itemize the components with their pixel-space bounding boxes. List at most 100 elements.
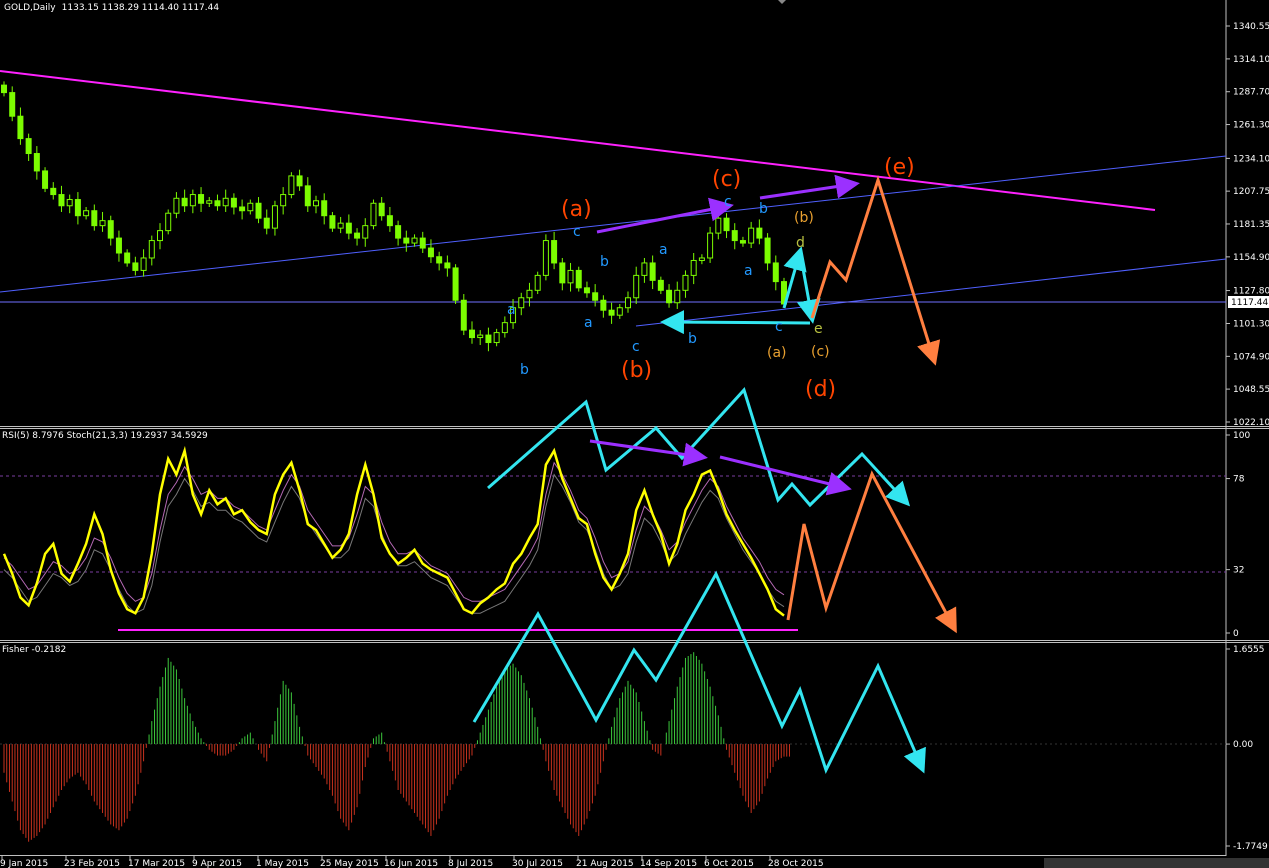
chart-canvas[interactable]: GOLD,Daily 1133.15 1138.29 1114.40 1117.4… (0, 0, 1269, 868)
fisher-tick-label: 1.6555 (1233, 645, 1265, 655)
candle-body (107, 220, 114, 239)
candle-body (460, 299, 467, 331)
candle-body (9, 92, 16, 117)
candle-body (436, 256, 443, 264)
candle (452, 264, 459, 304)
time-tick-label: 17 Mar 2015 (128, 859, 185, 868)
candle-body (542, 240, 549, 276)
wave-label-minor: a (584, 315, 593, 331)
wave-label-sub: (a) (767, 345, 787, 361)
rsi-tick-label: 100 (1233, 431, 1250, 441)
candle-body (222, 197, 229, 207)
price-tick-label: 1154.90 (1233, 253, 1269, 263)
candle-body (526, 289, 533, 299)
rsi-header: RSI(5) 8.7976 Stoch(21,3,3) 19.2937 34.5… (2, 431, 208, 441)
candle-body (99, 220, 106, 227)
candle-body (304, 185, 311, 207)
wave-label-sub: (b) (794, 210, 814, 226)
candle-body (592, 292, 599, 301)
candle-body (148, 240, 155, 259)
candle-body (518, 297, 525, 309)
candle-body (337, 222, 344, 229)
candle-body (263, 217, 270, 229)
time-tick-label: 1 May 2015 (256, 859, 309, 868)
rsi-tick-label: 0 (1233, 629, 1239, 639)
candle-body (230, 197, 237, 208)
wave-label-e-primary: (e) (884, 155, 915, 180)
scrollbar[interactable] (1044, 858, 1269, 868)
candle-body (764, 237, 771, 264)
price-tick-label: 1340.55 (1233, 22, 1269, 32)
wave-label-sub: (c) (811, 344, 830, 360)
wave-label-sub2: d (796, 235, 805, 251)
candle-body (329, 215, 336, 229)
candle-body (452, 267, 459, 301)
wave-label-minor: b (759, 201, 768, 217)
candle-body (370, 202, 377, 227)
price-tick-label: 1074.90 (1233, 352, 1269, 362)
candle-body (608, 309, 615, 316)
wave-label-minor: a (659, 242, 668, 258)
fisher-header: Fisher -0.2182 (2, 645, 66, 655)
fisher-pane[interactable] (0, 642, 1226, 854)
price-tick-label: 1048.55 (1233, 385, 1269, 395)
time-tick-label: 25 May 2015 (320, 859, 379, 868)
rsi-tick-label: 32 (1233, 566, 1244, 576)
fisher-tick-label: 0.00 (1233, 740, 1253, 750)
candle (42, 167, 49, 193)
time-tick-label: 8 Jul 2015 (448, 859, 493, 868)
price-pane[interactable] (0, 0, 1226, 426)
candle-body (690, 259, 697, 276)
fisher-tick-label: -1.7749 (1233, 842, 1268, 852)
candle-body (485, 334, 492, 344)
wave-label-sub2: e (814, 321, 823, 337)
time-axis-ticks: 9 Jan 2015 23 Feb 2015 17 Mar 2015 9 Apr 20… (0, 856, 824, 868)
candle-body (280, 194, 287, 207)
candle-body (157, 230, 163, 242)
candle-body (247, 202, 254, 212)
candle-body (600, 299, 607, 311)
time-tick-label: 23 Feb 2015 (64, 859, 120, 868)
candle-body (42, 170, 49, 189)
candle-body (66, 199, 73, 207)
wave-label-d-primary: (d) (805, 377, 836, 402)
candle-body (74, 199, 81, 217)
candle-body (58, 194, 65, 207)
candle-body (198, 194, 205, 204)
candle-body (386, 215, 393, 227)
wave-label-minor: c (724, 194, 732, 210)
candle-body (288, 175, 295, 196)
candle-body (666, 289, 673, 304)
candle-body (625, 297, 631, 309)
time-tick-label: 9 Jan 2015 (0, 859, 48, 868)
candle-body (83, 210, 90, 217)
wave-label-minor: c (632, 339, 640, 355)
cyan-arrow-left (660, 310, 811, 335)
wave-label-c-primary: (c) (712, 167, 741, 192)
candle (460, 294, 467, 336)
candle-body (477, 334, 484, 339)
fisher-axis-ticks: 1.6555 0.00 -1.7749 (1226, 645, 1268, 852)
rsi-pane[interactable] (0, 428, 1226, 640)
candle-body (633, 274, 640, 299)
candle-body (698, 257, 705, 261)
rsi-axis-ticks: 100 78 32 0 (1226, 431, 1250, 639)
candle-body (378, 202, 385, 217)
price-tick-label: 1207.75 (1233, 187, 1269, 197)
price-tick-label: 1261.30 (1233, 121, 1269, 131)
price-tick-label: 1127.80 (1233, 287, 1269, 297)
candle-body (559, 262, 566, 284)
wave-label-minor: b (520, 362, 529, 378)
candle-body (575, 269, 582, 289)
candle-body (403, 237, 410, 244)
time-tick-label: 16 Jun 2015 (384, 859, 438, 868)
candle-body (17, 115, 24, 140)
candle-body (772, 262, 779, 283)
candle (165, 209, 172, 235)
candle (534, 271, 541, 295)
candle-body (707, 232, 714, 259)
wave-label-minor: b (688, 331, 697, 347)
candle-body (206, 200, 213, 204)
candle-body (132, 262, 139, 271)
time-tick-label: 9 Apr 2015 (192, 859, 242, 868)
